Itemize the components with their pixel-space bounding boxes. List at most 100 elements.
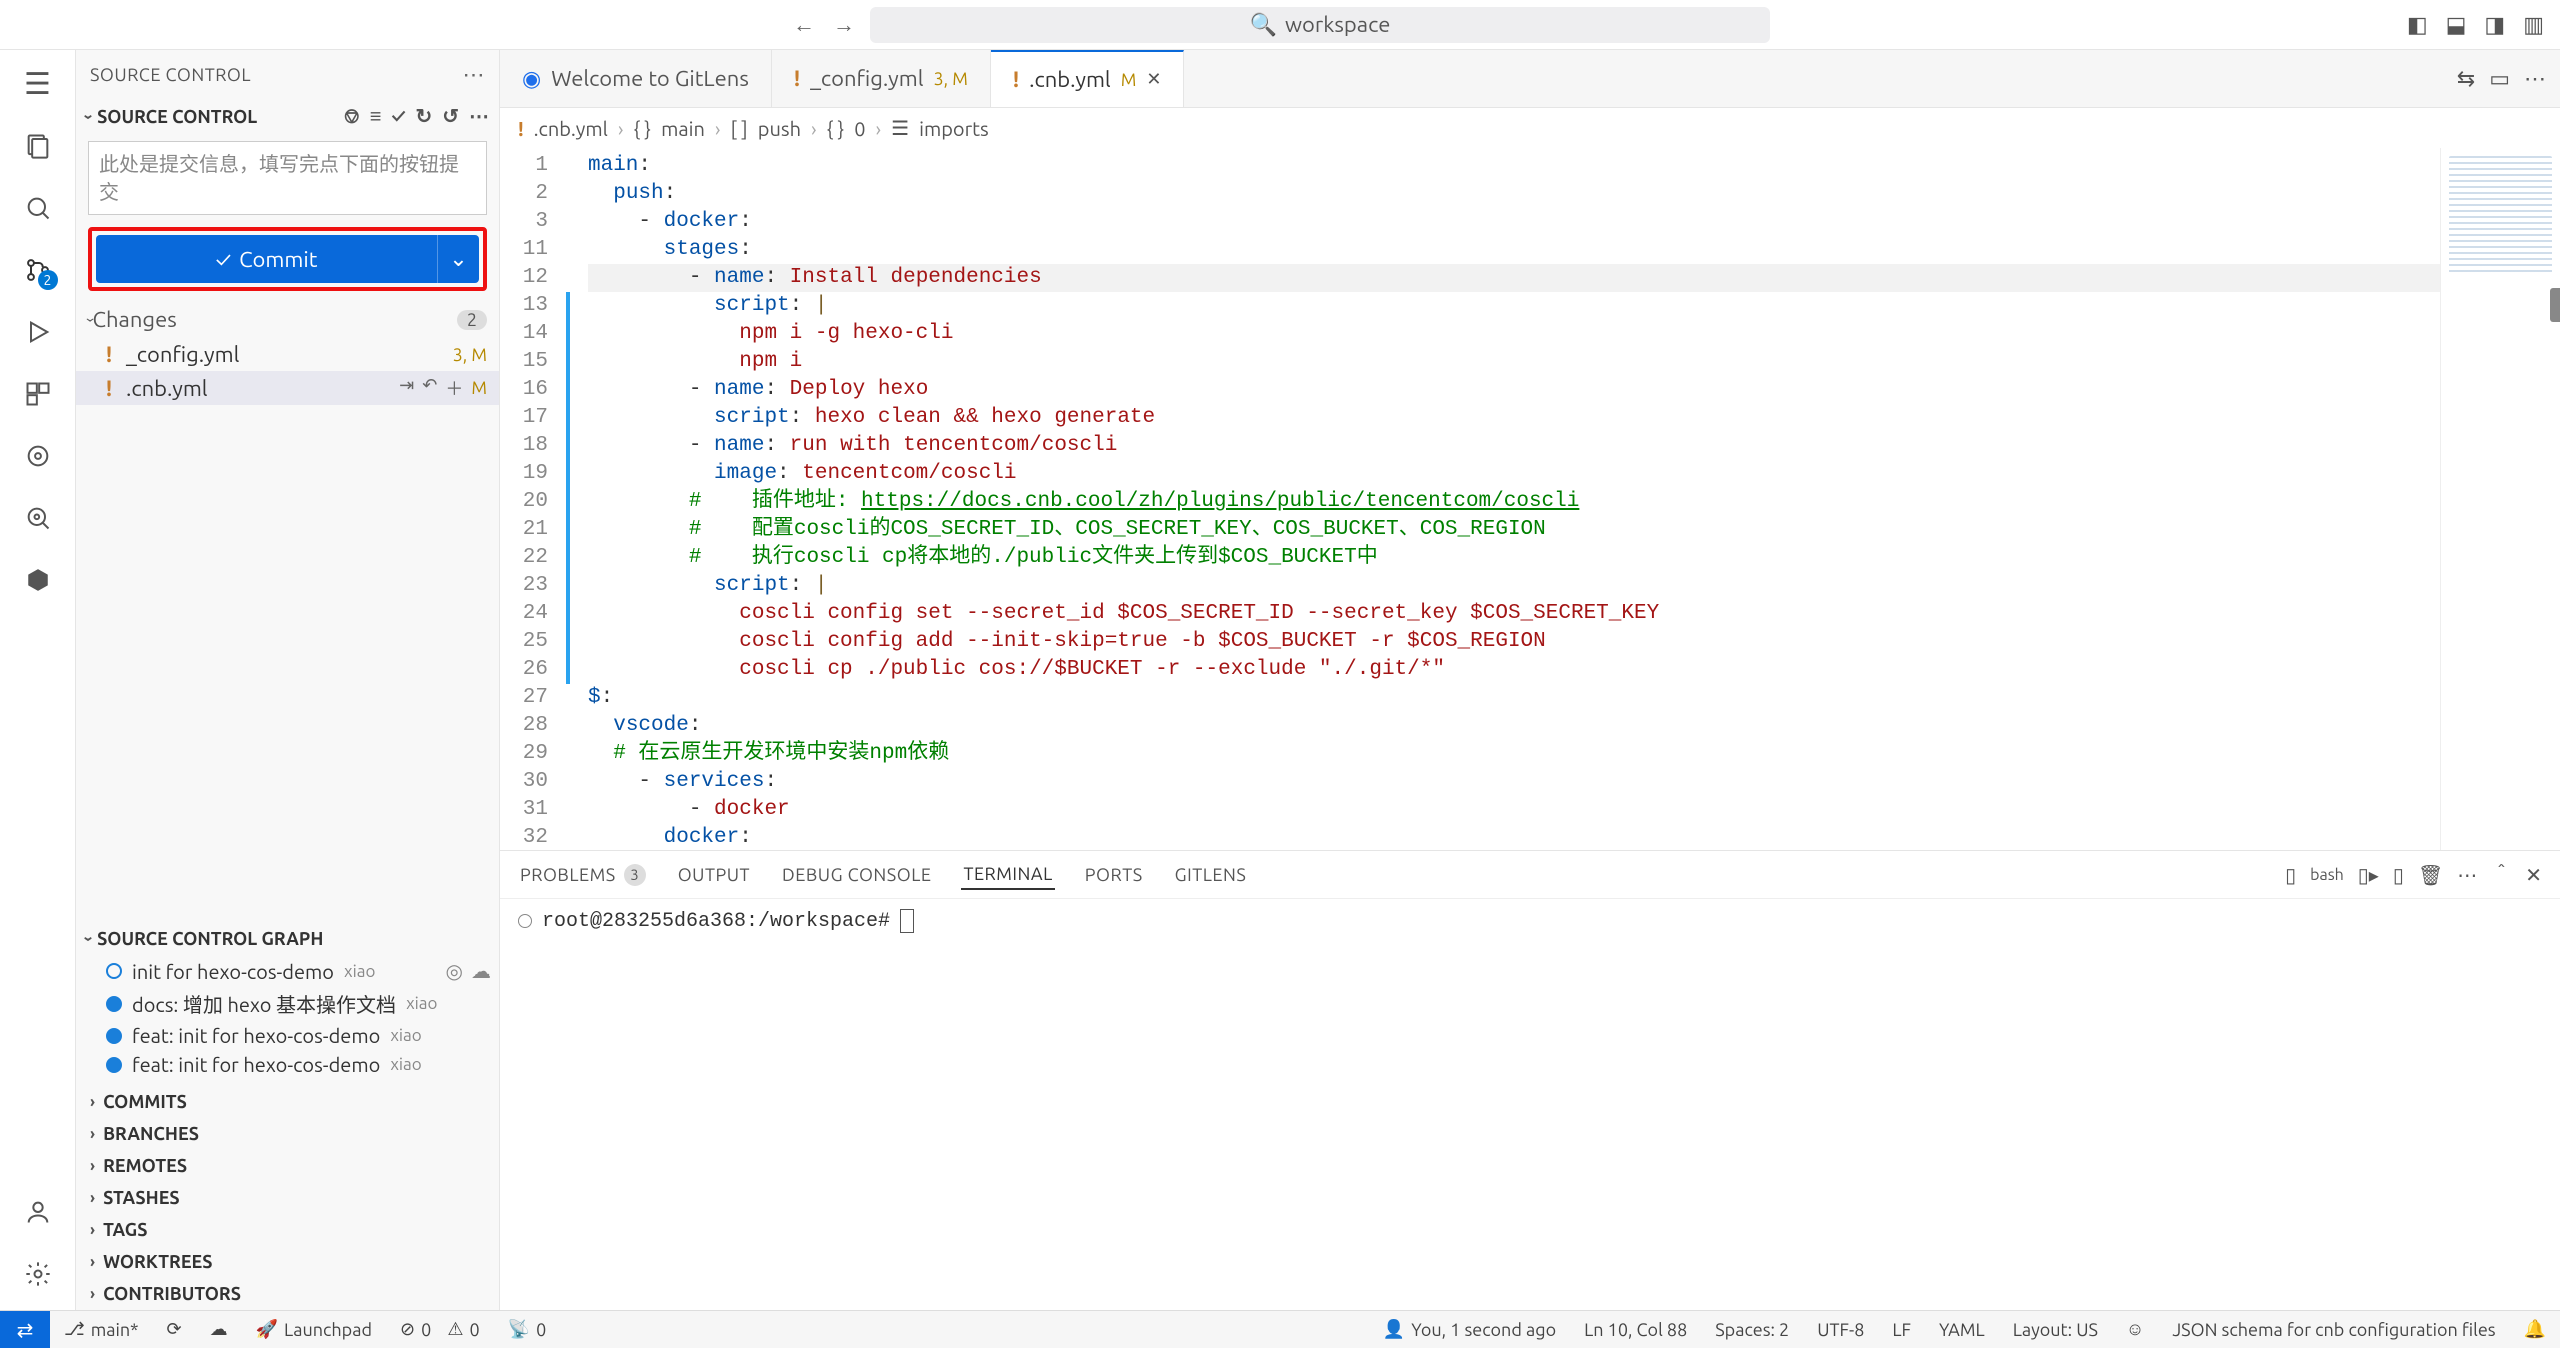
accounts-icon[interactable] [16, 1190, 60, 1234]
sidebar-collapsed-sections: ›COMMITS›BRANCHES›REMOTES›STASHES›TAGS›W… [76, 1086, 499, 1310]
filter-icon[interactable]: ≡ [370, 104, 382, 129]
close-tab-icon[interactable]: ✕ [1146, 69, 1161, 90]
graph-commit-item[interactable]: docs: 增加 hexo 基本操作文档xiao [106, 989, 491, 1018]
sidebar-section-worktrees[interactable]: ›WORKTREES [76, 1246, 499, 1278]
terminal-profile-icon[interactable]: ▯ [2285, 863, 2296, 887]
changes-header[interactable]: › Changes 2 [76, 301, 499, 338]
changed-file-row[interactable]: ! _config.yml 3, M [76, 338, 499, 371]
status-schema[interactable]: JSON schema for cnb configuration files [2158, 1320, 2509, 1340]
panel-more-icon[interactable]: ⋯ [2457, 863, 2477, 887]
sidebar-section-stashes[interactable]: ›STASHES [76, 1182, 499, 1214]
tab-cnb-yml[interactable]: ! .cnb.yml M ✕ [991, 50, 1185, 107]
cloud-icon[interactable]: ☁ [471, 959, 491, 983]
graph-commit-item[interactable]: init for hexo-cos-demoxiao◎☁ [106, 959, 491, 983]
yaml-file-icon: ! [794, 66, 800, 91]
sidebar-section-tags[interactable]: ›TAGS [76, 1214, 499, 1246]
kill-terminal-icon[interactable]: 🗑 [2418, 863, 2443, 887]
open-file-icon[interactable]: ⇥ [399, 375, 414, 401]
commit-dropdown[interactable]: ⌄ [437, 235, 479, 283]
commit-message-input[interactable]: 此处是提交信息，填写完点下面的按钮提交 [88, 141, 487, 215]
gitlens-icon[interactable] [16, 434, 60, 478]
branch-icon: ⎇ [64, 1319, 85, 1340]
panel-tab-debug[interactable]: DEBUG CONSOLE [780, 861, 933, 889]
graph-commit-item[interactable]: feat: init for hexo-cos-demoxiao [106, 1053, 491, 1076]
extensions-icon[interactable] [16, 372, 60, 416]
discard-icon[interactable]: ↶ [422, 375, 437, 401]
scm-graph-header[interactable]: › SOURCE CONTROL GRAPH [76, 921, 499, 957]
search-tab-icon[interactable] [16, 186, 60, 230]
gitlens-inspect-icon[interactable] [16, 496, 60, 540]
status-cloud[interactable]: ☁ [196, 1319, 242, 1340]
status-layout[interactable]: Layout: US [1999, 1320, 2112, 1340]
minimap-slider[interactable] [2550, 288, 2560, 322]
settings-gear-icon[interactable] [16, 1252, 60, 1296]
remote-indicator[interactable]: ⇄ [0, 1311, 50, 1348]
panel-tab-gitlens[interactable]: GITLENS [1173, 861, 1249, 889]
graph-commit-item[interactable]: feat: init for hexo-cos-demoxiao [106, 1024, 491, 1047]
commit-button[interactable]: ✓ Commit ⌄ [96, 235, 479, 283]
source-control-icon[interactable]: 2 [16, 248, 60, 292]
sidebar-section-commits[interactable]: ›COMMITS [76, 1086, 499, 1118]
refresh-icon[interactable]: ↻ [415, 104, 432, 129]
minimap[interactable] [2440, 148, 2560, 850]
panel-tab-terminal[interactable]: TERMINAL [961, 860, 1054, 890]
toggle-secondary-sidebar-icon[interactable]: ◨ [2484, 12, 2505, 38]
status-launchpad[interactable]: 🚀Launchpad [242, 1319, 386, 1340]
editor-tab-tools: ⇆ ▭ ⋯ [2457, 50, 2560, 107]
editor-area: ◉ Welcome to GitLens ! _config.yml 3, M … [500, 50, 2560, 1310]
status-problems[interactable]: ⊘0 ⚠0 [386, 1319, 494, 1340]
panel-tab-problems[interactable]: PROBLEMS 3 [518, 860, 648, 890]
commit-button-label: Commit [239, 247, 317, 272]
scm-more-icon[interactable]: ⋯ [469, 104, 489, 129]
editor-more-icon[interactable]: ⋯ [2524, 66, 2546, 92]
terminal-body[interactable]: root@283255d6a368:/workspace# [500, 899, 2560, 1310]
status-encoding[interactable]: UTF-8 [1803, 1320, 1878, 1340]
nav-back-icon[interactable]: ← [790, 12, 818, 38]
status-sync[interactable]: ⟳ [153, 1319, 196, 1340]
close-panel-icon[interactable]: ✕ [2525, 863, 2542, 887]
customize-layout-icon[interactable]: ▥ [2523, 12, 2544, 38]
menu-icon[interactable]: ☰ [16, 62, 60, 106]
tab-welcome-gitlens[interactable]: ◉ Welcome to GitLens [500, 50, 772, 107]
stage-icon[interactable]: ＋ [445, 375, 463, 401]
code-content[interactable]: main: push: - docker: stages: - name: In… [576, 148, 2440, 850]
panel-tab-output[interactable]: OUTPUT [676, 861, 752, 889]
status-ports[interactable]: 📡0 [494, 1319, 561, 1340]
explorer-icon[interactable] [16, 124, 60, 168]
scm-section-header[interactable]: › SOURCE CONTROL ⎊ ≡ ✓ ↻ ↺ ⋯ [76, 100, 499, 133]
status-language[interactable]: YAML [1925, 1320, 1999, 1340]
maximize-panel-icon[interactable]: ＾ [2491, 860, 2511, 889]
breadcrumb-item: main [661, 117, 705, 140]
changed-file-row[interactable]: ! .cnb.yml ⇥ ↶ ＋ M [76, 371, 499, 405]
status-branch[interactable]: ⎇main* [50, 1319, 153, 1340]
sidebar-section-contributors[interactable]: ›CONTRIBUTORS [76, 1278, 499, 1310]
nav-forward-icon[interactable]: → [830, 12, 858, 38]
status-feedback[interactable]: ☺ [2112, 1319, 2158, 1340]
breadcrumb[interactable]: ! .cnb.yml ›{ } main ›[ ] push ›{ } 0 ›☰… [500, 108, 2560, 148]
graph-icon[interactable]: ⎊ [344, 104, 360, 129]
status-indent[interactable]: Spaces: 2 [1701, 1320, 1803, 1340]
status-eol[interactable]: LF [1878, 1320, 1925, 1340]
sidebar-more-icon[interactable]: ⋯ [463, 62, 486, 88]
commit-button-main[interactable]: ✓ Commit [96, 235, 437, 283]
status-notifications[interactable]: 🔔 [2510, 1319, 2560, 1340]
sidebar-section-remotes[interactable]: ›REMOTES [76, 1150, 499, 1182]
tab-config-yml[interactable]: ! _config.yml 3, M [772, 50, 991, 107]
check-icon[interactable]: ✓ [391, 104, 405, 129]
split-terminal-icon[interactable]: ▯▸ [2358, 863, 2379, 887]
status-cursor-pos[interactable]: Ln 10, Col 88 [1570, 1320, 1701, 1340]
run-debug-icon[interactable] [16, 310, 60, 354]
sidebar-section-branches[interactable]: ›BRANCHES [76, 1118, 499, 1150]
panel-tab-label: PORTS [1085, 865, 1143, 885]
focus-icon[interactable]: ◎ [446, 959, 463, 983]
new-terminal-icon[interactable]: ▯ [2393, 863, 2404, 887]
toggle-primary-sidebar-icon[interactable]: ◧ [2407, 12, 2428, 38]
hexagon-icon[interactable] [16, 558, 60, 602]
status-blame[interactable]: 👤You, 1 second ago [1369, 1319, 1570, 1340]
history-icon[interactable]: ↺ [442, 104, 459, 129]
split-editor-icon[interactable]: ▭ [2489, 66, 2510, 92]
command-center[interactable]: 🔍 workspace [870, 7, 1770, 43]
toggle-panel-icon[interactable]: ⬓ [2446, 12, 2467, 38]
panel-tab-ports[interactable]: PORTS [1083, 861, 1145, 889]
compare-icon[interactable]: ⇆ [2457, 66, 2475, 92]
